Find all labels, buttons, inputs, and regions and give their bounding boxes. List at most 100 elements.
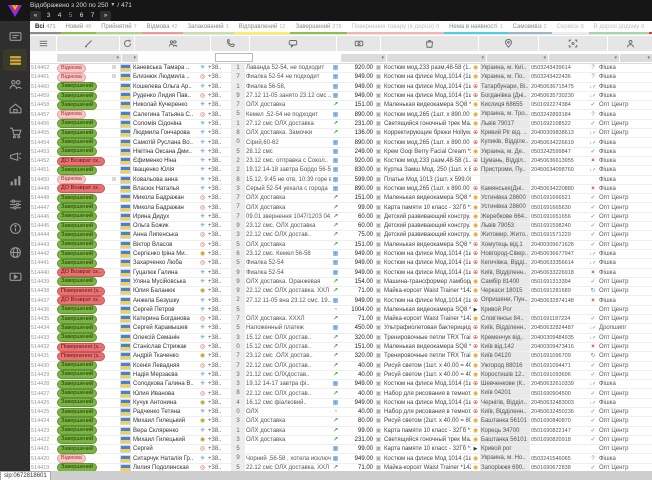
tab-Запакований[interactable]: Запакований1 (183, 21, 234, 34)
client-phone[interactable]: +38.. (207, 250, 231, 258)
product-name[interactable]: Набор для рисования в темнот.. (383, 408, 471, 416)
source-filter-select[interactable]: ▾ (620, 54, 652, 62)
client-phone[interactable]: +38.. (207, 83, 231, 91)
product-name[interactable]: Платье Мод 1013 (1шт. x 599.00.. (383, 176, 471, 184)
column-group-id[interactable] (30, 36, 56, 51)
column-group-manager[interactable] (608, 36, 652, 51)
manager-comment[interactable]: 21.12 смс ОЛХдостав.. (245, 371, 331, 379)
payment-filter-select[interactable]: ▾ (341, 54, 386, 62)
address-filter-select[interactable]: ▾ (487, 54, 548, 62)
client-phone[interactable]: +38.. (207, 352, 231, 360)
product-name[interactable]: Детский развивающий констру.. (383, 213, 471, 221)
status-badge[interactable]: Повернення (з.. (57, 352, 105, 361)
order-row[interactable]: 514450Відмова⊘Ковальова анна✳+38..815.12… (30, 176, 652, 185)
client-phone[interactable]: +38.. (207, 166, 231, 174)
manager-comment[interactable]: ОЛХ доставка. Замочки (245, 129, 331, 137)
tracking-number[interactable]: 0501691313394 (530, 278, 588, 286)
client-phone[interactable]: +38.. (207, 417, 231, 425)
client-phone[interactable]: +38.. (207, 464, 231, 471)
client-phone[interactable]: +38.. (207, 306, 231, 314)
product-name[interactable]: Костюм мод.233 разм,48-58 (1.. (383, 157, 471, 165)
client-phone[interactable]: +38.. (207, 390, 231, 398)
flag-filter-select[interactable]: ▾ (122, 54, 138, 62)
tracking-number[interactable]: 20400309473416 (530, 343, 588, 351)
status-badge[interactable]: Відмова (57, 175, 86, 184)
client-name[interactable]: Кучук Антонина (132, 399, 198, 407)
sidebar-item-video[interactable] (3, 265, 27, 287)
tracking-number[interactable]: 0501691096709 (530, 352, 588, 360)
manager-comment[interactable]: Серый 52-54 уехала с города (245, 185, 331, 193)
product-name[interactable]: Костюм на флисе Мод.1014 (1ш.. (383, 269, 471, 277)
product-name[interactable]: Майка-корсет Waist Trainer *142.. (383, 287, 471, 295)
order-row[interactable]: 514455ЗавершенийЛюдмила Гончарова✳+38..8… (30, 129, 652, 138)
manager-comment[interactable]: 23.12 смс. отправка с Сокол.. (245, 157, 331, 165)
status-badge[interactable]: Завершений (57, 380, 97, 389)
tracking-number[interactable]: 20450635730230 (530, 92, 588, 100)
client-name[interactable]: Сергей (132, 445, 198, 453)
client-phone[interactable]: +38.. (207, 139, 231, 147)
status-badge[interactable]: Завершений (57, 463, 97, 471)
tracking-number[interactable]: 0503243439614 (530, 64, 588, 72)
client-phone[interactable]: +38.. (207, 204, 231, 212)
order-row[interactable]: 514446ЗавершенийИрина Дидух✳+38..709.01 … (30, 213, 652, 222)
tab-Всі[interactable]: Всі471 (30, 21, 61, 34)
client-name[interactable]: Сергей Петров (132, 306, 198, 314)
client-phone[interactable]: +38.. (207, 176, 231, 184)
order-row[interactable]: 514424ЗавершенийМихаил Гилецький◉+38..3О… (30, 417, 652, 426)
status-badge[interactable]: Завершений (57, 324, 97, 333)
client-phone[interactable]: +38.. (207, 343, 231, 351)
page-button[interactable]: 6 (78, 11, 85, 21)
product-name[interactable]: Рисуй светом (2шт. x 40.00 = 80.. (383, 417, 471, 425)
status-badge[interactable]: Завершений (57, 333, 97, 342)
order-row[interactable]: 514439ЗавершенийУляна Мусійовська✳+38..9… (30, 278, 652, 287)
client-name[interactable]: Гуцалюк Галина (132, 269, 198, 277)
tracking-number[interactable]: 20450636715475 (530, 83, 588, 91)
client-name[interactable]: Близнюк Людмила .. (132, 73, 198, 81)
order-row[interactable]: 514434ЗавершенийСергей Карамышев✳+38..5Н… (30, 324, 652, 333)
product-name[interactable]: Детский развивающий констру.. (383, 222, 471, 230)
tracking-number[interactable]: 20450634098760 (530, 166, 588, 174)
status-badge[interactable]: Завершений (57, 435, 97, 444)
client-name[interactable]: Захарченко Люба (132, 259, 198, 267)
manager-comment[interactable]: 28.12 смс (245, 148, 331, 156)
client-phone[interactable]: +38.. (207, 334, 231, 342)
order-row[interactable]: 514447ЗавершенийМикола Бадражан◎+38..7ОЛ… (30, 203, 652, 212)
manager-comment[interactable]: 27.12 11-05 вна 23.12 смс. 19.. (245, 297, 331, 305)
product-name[interactable]: Маленькая видеокамера SQ8 *.. (383, 241, 471, 249)
client-name[interactable]: Катерина Богданова (132, 315, 198, 323)
tracking-number[interactable]: 0501691187224 (530, 315, 588, 323)
order-row[interactable]: 514429ЗавершенийНадія Мерзаєва✳+38..321.… (30, 371, 652, 380)
client-phone[interactable]: +38.. (207, 64, 231, 72)
tracking-number[interactable]: 0501690672838 (530, 464, 588, 471)
range-dropdown-caret[interactable]: ▾ (111, 1, 114, 10)
status-badge[interactable]: Завершений (57, 194, 97, 203)
page-button[interactable]: 3 (45, 11, 52, 21)
order-row[interactable]: 514457ВідмоваСалегина Татьяна С..◎+38..5… (30, 110, 652, 119)
client-name[interactable]: Николай Кучеренко (132, 101, 198, 109)
product-name[interactable]: Майка-корсет Waist Trainer *142.. (383, 464, 471, 471)
tracking-number[interactable]: 0501691665630 (530, 204, 588, 212)
status-badge[interactable]: Відмова (57, 110, 86, 119)
product-name[interactable]: Ультрафиолетовая бактерицид.. (383, 324, 471, 332)
manager-comment[interactable]: 22.12 смс ОЛХ достав.. (245, 362, 331, 370)
tracking-number[interactable]: 20450633356614 (530, 259, 588, 267)
client-phone[interactable]: +38.. (207, 408, 231, 416)
order-row[interactable]: 514460ЗавершенийКошелева Ольга Ар..✳+38.… (30, 83, 652, 92)
client-name[interactable]: Станіслав Стрижак (132, 343, 198, 351)
order-row[interactable]: 514442ЗавершенийСергієнко Іріна Ми..◉+38… (30, 250, 652, 259)
client-phone[interactable]: +38.. (207, 371, 231, 379)
status-badge[interactable]: Завершений (57, 250, 97, 259)
product-name[interactable]: Светящийся гоночный трек Ma.. (383, 436, 471, 444)
product-name[interactable]: Тренировочные петли TRX Train.. (383, 334, 471, 342)
client-name[interactable]: Михаил Гилецький (132, 417, 198, 425)
tracking-number[interactable]: 20450633226918 (530, 269, 588, 277)
tracking-number[interactable]: 0503242893184 (530, 111, 588, 119)
status-badge[interactable]: Завершений (57, 240, 97, 249)
client-phone[interactable]: +38.. (207, 436, 231, 444)
product-name[interactable]: Костюм мод.233 разм,48-58 (1.. (383, 64, 471, 72)
product-name[interactable]: Маленькая видеокамера SQ8 *.. (383, 306, 471, 314)
order-row[interactable]: 514452ДО Возврат ск..Єфименко Ніна✳+38..… (30, 157, 652, 166)
status-badge[interactable]: Завершений (57, 119, 97, 128)
manager-comment[interactable]: 23.12 смс .ОЛХ достав.. (245, 352, 331, 360)
manager-comment[interactable]: 19.12 14-18 завтра Бордо 56-58 (245, 166, 331, 174)
